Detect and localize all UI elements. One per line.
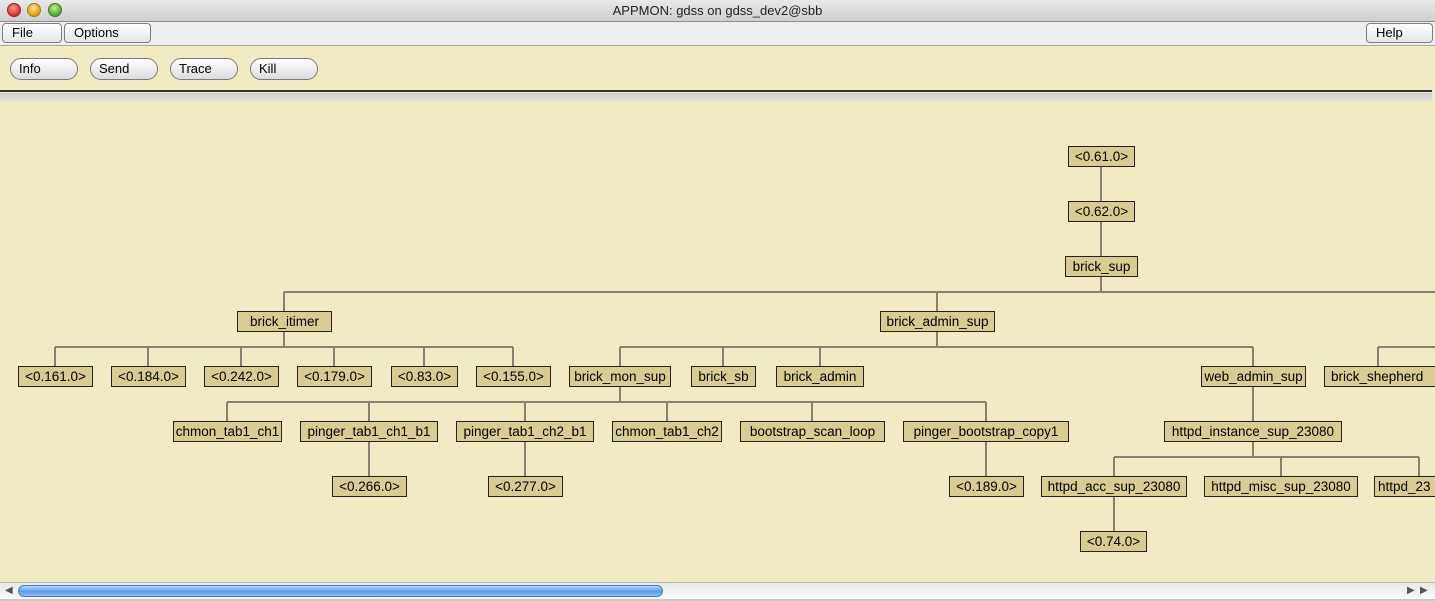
tree-node-process[interactable]: <0.242.0> <box>204 366 279 387</box>
divider-band <box>0 93 1432 101</box>
kill-button[interactable]: Kill <box>250 58 318 80</box>
tree-node-brick-mon-sup[interactable]: brick_mon_sup <box>569 366 671 387</box>
process-tree-canvas[interactable]: <0.61.0> <0.62.0> brick_sup brick_itimer… <box>0 101 1435 582</box>
toolbar: Info Send Trace Kill <box>0 46 1435 90</box>
tree-node-httpd-acc-sup[interactable]: httpd_acc_sup_23080 <box>1041 476 1187 497</box>
tree-node-brick-itimer[interactable]: brick_itimer <box>237 311 332 332</box>
tree-node-chmon-tab1-ch1[interactable]: chmon_tab1_ch1 <box>173 421 282 442</box>
tree-node-bootstrap-scan-loop[interactable]: bootstrap_scan_loop <box>740 421 885 442</box>
tree-node-brick-sup[interactable]: brick_sup <box>1065 256 1138 277</box>
tree-node-httpd-instance-sup[interactable]: httpd_instance_sup_23080 <box>1164 421 1342 442</box>
tree-node-httpd-truncated[interactable]: httpd_23 <box>1374 476 1435 497</box>
tree-node-process[interactable]: <0.266.0> <box>332 476 407 497</box>
tree-node-httpd-misc-sup[interactable]: httpd_misc_sup_23080 <box>1204 476 1358 497</box>
scroll-right-arrow-icon[interactable]: ▶ <box>1420 585 1428 596</box>
scroll-left-arrow-icon[interactable]: ◀ <box>5 585 13 596</box>
send-button[interactable]: Send <box>90 58 158 80</box>
tree-node-brick-admin[interactable]: brick_admin <box>776 366 864 387</box>
tree-node-process[interactable]: <0.161.0> <box>18 366 93 387</box>
tree-node-web-admin-sup[interactable]: web_admin_sup <box>1201 366 1306 387</box>
scroll-right-arrow-icon[interactable]: ▶ <box>1407 585 1415 596</box>
tree-node-process[interactable]: <0.62.0> <box>1068 201 1135 222</box>
menu-bar: File Options Help <box>0 22 1435 46</box>
horizontal-scrollbar[interactable]: ◀ ▶ ▶ <box>0 582 1435 599</box>
tree-node-process[interactable]: <0.83.0> <box>391 366 458 387</box>
tree-node-brick-shepherd[interactable]: brick_shepherd <box>1324 366 1435 387</box>
window-title: APPMON: gdss on gdss_dev2@sbb <box>612 3 823 18</box>
options-menu[interactable]: Options <box>64 23 151 43</box>
scrollbar-thumb[interactable] <box>18 585 663 597</box>
help-menu[interactable]: Help <box>1366 23 1433 43</box>
title-bar: APPMON: gdss on gdss_dev2@sbb <box>0 0 1435 22</box>
tree-node-process[interactable]: <0.184.0> <box>111 366 186 387</box>
tree-node-pinger-tab1-ch1-b1[interactable]: pinger_tab1_ch1_b1 <box>300 421 438 442</box>
divider <box>0 90 1432 92</box>
tree-node-process[interactable]: <0.179.0> <box>297 366 372 387</box>
tree-node-process[interactable]: <0.277.0> <box>488 476 563 497</box>
tree-node-process[interactable]: <0.189.0> <box>949 476 1024 497</box>
info-button[interactable]: Info <box>10 58 78 80</box>
tree-node-chmon-tab1-ch2[interactable]: chmon_tab1_ch2 <box>612 421 722 442</box>
tree-edges <box>54 166 1435 531</box>
tree-node-process[interactable]: <0.155.0> <box>476 366 551 387</box>
trace-button[interactable]: Trace <box>170 58 238 80</box>
tree-node-brick-admin-sup[interactable]: brick_admin_sup <box>880 311 995 332</box>
tree-node-process[interactable]: <0.74.0> <box>1080 531 1147 552</box>
tree-node-pinger-tab1-ch2-b1[interactable]: pinger_tab1_ch2_b1 <box>456 421 594 442</box>
tree-node-pinger-bootstrap-copy1[interactable]: pinger_bootstrap_copy1 <box>903 421 1069 442</box>
tree-node-process[interactable]: <0.61.0> <box>1068 146 1135 167</box>
file-menu[interactable]: File <box>2 23 62 43</box>
tree-node-brick-sb[interactable]: brick_sb <box>691 366 756 387</box>
